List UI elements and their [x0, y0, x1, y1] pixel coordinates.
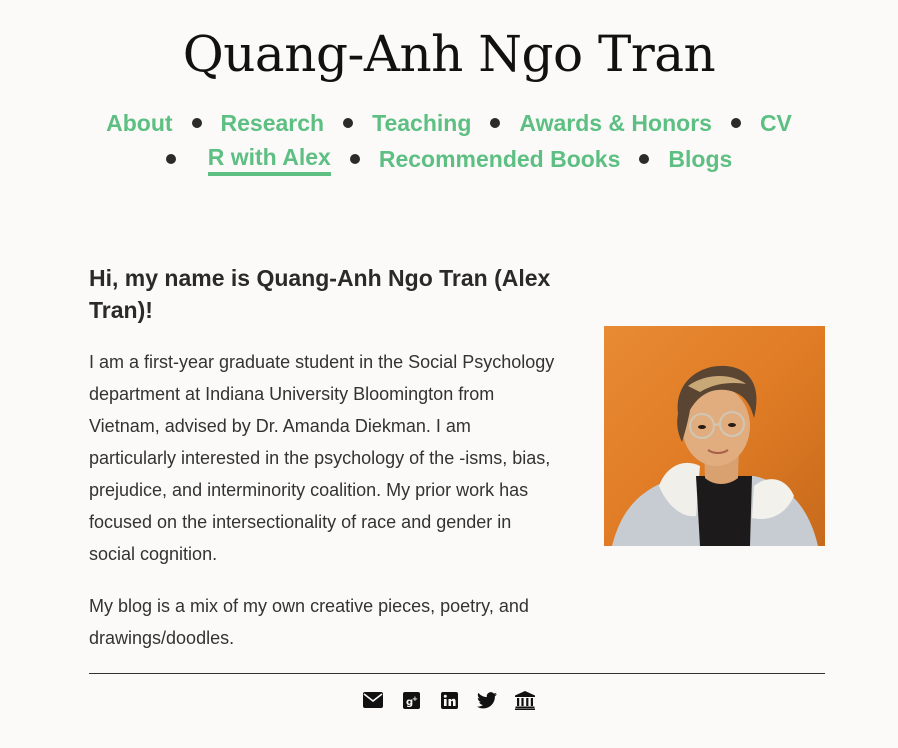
nav-separator	[490, 118, 501, 128]
bank-icon[interactable]	[515, 690, 535, 710]
nav-separator	[165, 154, 176, 164]
linkedin-icon[interactable]	[439, 690, 459, 710]
nav-link-awards[interactable]: Awards & Honors	[519, 108, 712, 138]
nav-separator	[349, 154, 360, 164]
blog-paragraph: My blog is a mix of my own creative piec…	[89, 596, 529, 648]
footer-divider	[89, 673, 825, 674]
nav-link-blogs[interactable]: Blogs	[668, 144, 732, 174]
nav-separator	[639, 154, 650, 164]
profile-photo	[604, 326, 825, 546]
main-nav-row-2: R with Alex Recommended Books Blogs	[0, 142, 898, 176]
nav-link-about[interactable]: About	[106, 108, 172, 138]
nav-link-cv[interactable]: CV	[760, 108, 792, 138]
envelope-icon[interactable]	[363, 690, 383, 710]
intro-heading: Hi, my name is Quang-Anh Ngo Tran (Alex …	[89, 265, 551, 323]
bio-paragraph: I am a first-year graduate student in th…	[89, 352, 555, 564]
main-nav-row-1: About Research Teaching Awards & Honors …	[0, 108, 898, 138]
svg-text:+: +	[412, 695, 418, 703]
nav-link-recommended-books[interactable]: Recommended Books	[379, 144, 621, 174]
social-links: g +	[0, 690, 898, 710]
google-plus-icon[interactable]: g +	[401, 690, 421, 710]
nav-separator	[343, 118, 354, 128]
site-title[interactable]: Quang-Anh Ngo Tran	[0, 24, 898, 84]
nav-link-research[interactable]: Research	[221, 108, 325, 138]
nav-link-r-with-alex[interactable]: R with Alex	[207, 142, 331, 176]
nav-separator	[191, 118, 202, 128]
twitter-icon[interactable]	[477, 690, 497, 710]
nav-link-teaching[interactable]: Teaching	[372, 108, 471, 138]
nav-separator	[730, 118, 741, 128]
